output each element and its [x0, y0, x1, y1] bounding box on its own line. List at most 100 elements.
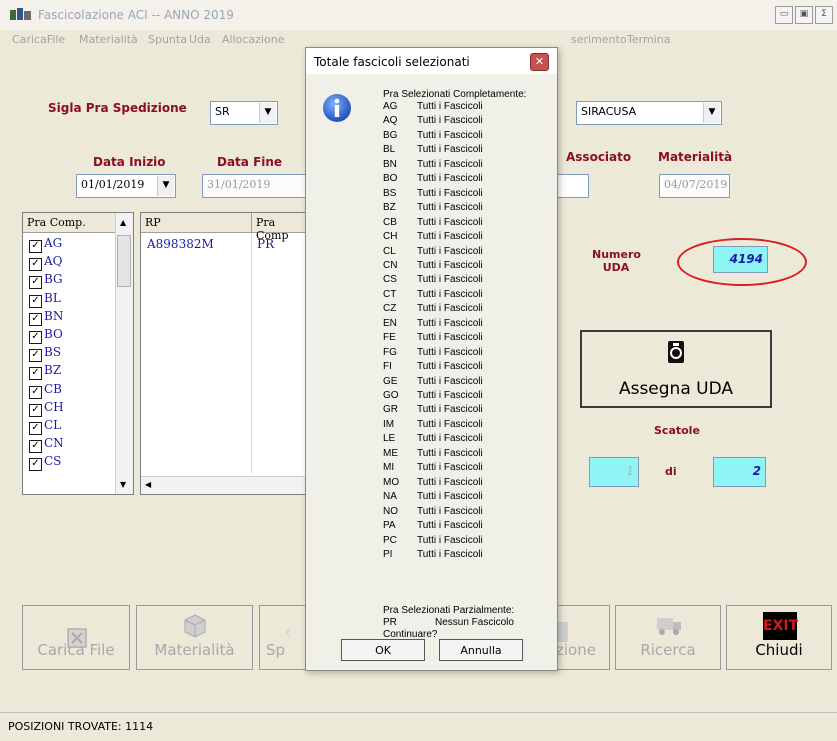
checkbox-checked-icon[interactable]: ✓: [29, 367, 42, 381]
scroll-down-icon[interactable]: ▼: [120, 480, 126, 489]
pra-list-item[interactable]: ✓ CN: [29, 436, 64, 454]
assegna-uda-button[interactable]: Assegna UDA: [580, 330, 772, 408]
complete-value: Tutti i Fascicoli: [417, 129, 483, 141]
chevron-down-icon[interactable]: ▼: [703, 103, 720, 123]
complete-value: Tutti i Fascicoli: [417, 418, 483, 430]
menu-allocazione[interactable]: Allocazione: [222, 33, 284, 46]
pra-list-item[interactable]: ✓ BZ: [29, 363, 62, 381]
pra-list-item[interactable]: ✓ BG: [29, 272, 63, 290]
pra-list-item[interactable]: ✓ CS: [29, 454, 61, 472]
spunta-button[interactable]: ‹ Sp: [259, 605, 307, 670]
scatole-total-field[interactable]: 2: [713, 457, 766, 487]
pra-list-item[interactable]: ✓ AQ: [29, 254, 63, 272]
scrollbar-thumb[interactable]: [117, 235, 131, 287]
materialita-button[interactable]: Materialità: [136, 605, 253, 670]
chiudi-label: Chiudi: [755, 641, 803, 659]
checkbox-checked-icon[interactable]: ✓: [29, 385, 42, 399]
uda-label: UDA: [602, 261, 630, 274]
checkbox-checked-icon[interactable]: ✓: [29, 312, 42, 326]
scroll-up-icon[interactable]: ▲: [120, 218, 126, 227]
complete-code: GO: [383, 390, 399, 401]
pra-list-item[interactable]: ✓ BO: [29, 327, 63, 344]
menu-uda[interactable]: Uda: [189, 33, 211, 46]
checkbox-checked-icon[interactable]: ✓: [29, 403, 42, 417]
ok-button[interactable]: OK: [341, 639, 425, 661]
complete-code: AQ: [383, 115, 398, 127]
data-inizio-value: 01/01/2019: [81, 178, 145, 191]
complete-value: Tutti i Fascicoli: [417, 288, 483, 300]
city-combo[interactable]: SIRACUSA ▼: [576, 101, 722, 125]
checkbox-checked-icon[interactable]: ✓: [29, 294, 42, 308]
pra-comp-cell[interactable]: PR: [257, 237, 274, 251]
complete-value: Tutti i Fascicoli: [417, 216, 483, 228]
complete-code: BL: [383, 144, 396, 156]
menu-termina[interactable]: Termina: [627, 33, 670, 46]
minimize-icon[interactable]: ▭: [775, 6, 793, 24]
complete-value: Tutti i Fascicoli: [417, 259, 483, 271]
maximize-icon[interactable]: ▣: [795, 6, 813, 24]
menu-materialita[interactable]: Materialità: [79, 33, 138, 46]
data-inizio-combo[interactable]: 01/01/2019 ▼: [76, 174, 176, 198]
complete-value: Tutti i Fascicoli: [417, 433, 483, 445]
sigla-combo[interactable]: SR ▼: [210, 101, 278, 125]
pra-list-item[interactable]: ✓ BL: [29, 291, 61, 308]
carica-file-button[interactable]: Carica File: [22, 605, 130, 670]
scroll-left-icon[interactable]: ◀: [145, 480, 151, 489]
checkbox-checked-icon[interactable]: ✓: [29, 458, 42, 472]
data-fine-field[interactable]: 31/01/2019: [202, 174, 306, 198]
checkbox-checked-icon[interactable]: ✓: [29, 422, 42, 435]
data-fine-label: Data Fine: [217, 155, 283, 169]
complete-code: ME: [383, 447, 398, 459]
pra-list[interactable]: Pra Comp. ✓ AG ✓ AQ ✓ BG ✓ BL ✓ BN ✓ BO ✓ BS ✓ BZ ✓ CB ✓ CH…: [22, 212, 134, 495]
pra-list-item[interactable]: ✓ CL: [29, 418, 61, 435]
checkbox-checked-icon[interactable]: ✓: [29, 440, 42, 454]
ricerca-button[interactable]: Ricerca: [615, 605, 721, 670]
pra-list-item[interactable]: ✓ AG: [29, 236, 62, 253]
pra-list-item-label: BZ: [44, 363, 62, 378]
complete-code: GE: [383, 375, 398, 387]
scatole-di-label: di: [665, 465, 677, 478]
cancel-button[interactable]: Annulla: [439, 639, 523, 661]
checkbox-checked-icon[interactable]: ✓: [29, 276, 42, 290]
complete-value: Tutti i Fascicoli: [417, 303, 483, 315]
rp-cell[interactable]: A898382M: [147, 237, 214, 251]
chevron-down-icon[interactable]: ▼: [157, 176, 174, 196]
pra-list-scrollbar[interactable]: ▲ ▼: [115, 213, 133, 494]
close-icon[interactable]: ✕: [530, 53, 549, 71]
pra-comp-header[interactable]: Pra Comp: [251, 213, 311, 242]
checkbox-checked-icon[interactable]: ✓: [29, 349, 42, 363]
extra-window-icon[interactable]: Σ: [815, 6, 833, 24]
menu-inserimento[interactable]: serimento: [571, 33, 627, 46]
complete-value: Tutti i Fascicoli: [417, 101, 483, 112]
chiudi-button[interactable]: EXIT Chiudi: [726, 605, 832, 670]
complete-code: EN: [383, 317, 397, 329]
complete-code: PI: [383, 548, 393, 560]
complete-value: Tutti i Fascicoli: [417, 115, 483, 127]
allocazione-label: zione: [556, 641, 596, 659]
scatole-current-field[interactable]: 1: [589, 457, 639, 487]
pra-list-item[interactable]: ✓ CB: [29, 382, 62, 399]
title-bar: Fascicolazione ACI -- ANNO 2019 ▭ ▣ Σ: [0, 0, 837, 30]
pra-list-header[interactable]: Pra Comp.: [23, 213, 115, 233]
pra-list-item[interactable]: ✓ BN: [29, 309, 63, 326]
rp-header[interactable]: RP: [141, 213, 251, 233]
pra-list-item[interactable]: ✓ CH: [29, 400, 64, 417]
menu-spunta[interactable]: Spunta: [148, 33, 187, 46]
materialita-field[interactable]: 04/07/2019: [659, 174, 730, 198]
status-bar: POSIZIONI TROVATE: 1114: [0, 712, 837, 741]
pra-list-item[interactable]: ✓ BS: [29, 345, 61, 363]
complete-code: CL: [383, 245, 396, 257]
menu-caricafile[interactable]: CaricaFile: [12, 33, 65, 46]
rp-table[interactable]: RP Pra Comp A898382M PR ◀: [140, 212, 311, 495]
complete-code: BG: [383, 129, 398, 141]
app-icon: [10, 8, 31, 20]
allocazione-button[interactable]: zione: [556, 605, 610, 670]
checkbox-checked-icon[interactable]: ✓: [29, 240, 42, 253]
checkbox-checked-icon[interactable]: ✓: [29, 331, 42, 344]
associato-field[interactable]: [555, 174, 589, 198]
rp-hscrollbar[interactable]: ◀: [141, 476, 311, 494]
numero-uda-field[interactable]: 4194: [713, 246, 768, 273]
complete-code: CN: [383, 259, 398, 271]
checkbox-checked-icon[interactable]: ✓: [29, 258, 42, 272]
chevron-down-icon[interactable]: ▼: [259, 103, 276, 123]
